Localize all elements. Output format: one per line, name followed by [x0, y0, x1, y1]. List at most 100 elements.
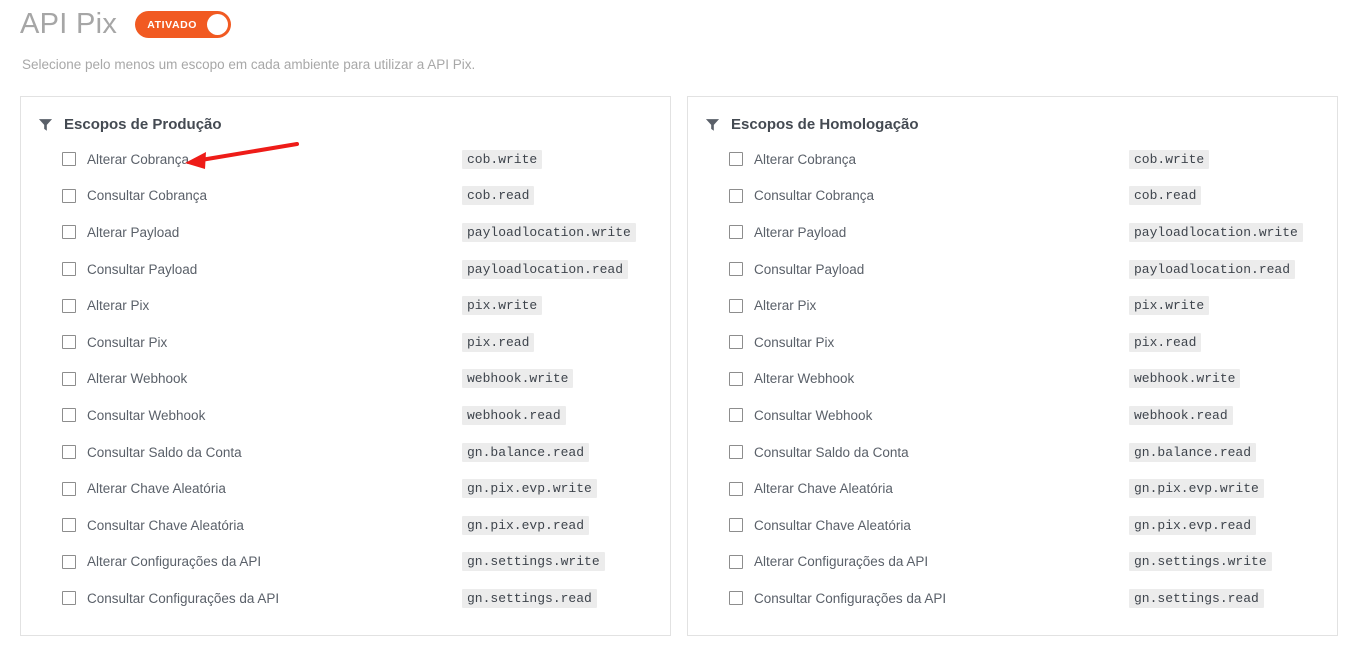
scope-checkbox[interactable]	[62, 481, 76, 496]
scope-checkbox[interactable]	[729, 481, 743, 496]
scope-badge: payloadlocation.write	[462, 222, 636, 242]
scope-label: Consultar Chave Aleatória	[87, 517, 244, 533]
scope-label: Consultar Payload	[87, 261, 198, 277]
scope-row[interactable]: Consultar Cobrança cob.read	[21, 178, 670, 215]
scope-row[interactable]: Consultar Configurações da API gn.settin…	[688, 580, 1337, 617]
scope-checkbox[interactable]	[62, 262, 76, 277]
scope-checkbox[interactable]	[62, 408, 76, 423]
scope-checkbox[interactable]	[62, 591, 76, 606]
scope-row[interactable]: Alterar Webhook webhook.write	[688, 361, 1337, 398]
scope-badge: webhook.write	[462, 369, 574, 389]
scope-row[interactable]: Consultar Pix pix.read	[21, 324, 670, 361]
scope-row[interactable]: Consultar Pix pix.read	[688, 324, 1337, 361]
scope-checkbox[interactable]	[729, 371, 743, 386]
scope-row[interactable]: Alterar Cobrança cob.write	[21, 141, 670, 178]
scope-label: Consultar Cobrança	[754, 188, 875, 204]
scope-label: Alterar Webhook	[87, 371, 188, 387]
scope-checkbox[interactable]	[729, 408, 743, 423]
scope-checkbox[interactable]	[729, 262, 743, 277]
page-header: API Pix ATIVADO	[20, 8, 232, 40]
scope-badge: pix.write	[462, 296, 543, 316]
scope-row[interactable]: Alterar Pix pix.write	[21, 287, 670, 324]
scope-label: Alterar Payload	[87, 224, 180, 240]
scope-label: Alterar Chave Aleatória	[87, 481, 226, 497]
scope-list-producao: Alterar Cobrança cob.write Consultar Cob…	[21, 141, 670, 617]
scope-checkbox[interactable]	[729, 188, 743, 203]
scope-checkbox[interactable]	[62, 445, 76, 460]
scope-badge: gn.pix.evp.write	[1129, 479, 1264, 499]
scope-label: Consultar Chave Aleatória	[754, 517, 911, 533]
page-subtitle: Selecione pelo menos um escopo em cada a…	[22, 57, 476, 72]
scope-badge: payloadlocation.write	[1129, 222, 1303, 242]
scope-badge: gn.settings.write	[462, 552, 605, 572]
toggle-knob	[207, 14, 229, 35]
scope-row[interactable]: Alterar Webhook webhook.write	[21, 361, 670, 398]
scope-label: Alterar Payload	[754, 224, 847, 240]
scope-row[interactable]: Consultar Payload payloadlocation.read	[21, 251, 670, 288]
api-pix-enable-toggle[interactable]: ATIVADO	[135, 11, 232, 38]
scope-label: Alterar Pix	[754, 298, 817, 314]
panel-producao: Escopos de Produção Alterar Cobrança cob…	[20, 96, 671, 636]
scope-checkbox[interactable]	[729, 591, 743, 606]
scope-checkbox[interactable]	[62, 554, 76, 569]
scope-row[interactable]: Alterar Chave Aleatória gn.pix.evp.write	[21, 470, 670, 507]
scope-badge: gn.pix.evp.read	[1129, 515, 1257, 535]
scope-checkbox[interactable]	[729, 445, 743, 460]
scope-label: Alterar Webhook	[754, 371, 855, 387]
scope-checkbox[interactable]	[729, 554, 743, 569]
scope-checkbox[interactable]	[62, 188, 76, 203]
scope-badge: webhook.write	[1129, 369, 1241, 389]
page-title: API Pix	[20, 8, 118, 40]
scope-badge: pix.read	[462, 332, 535, 352]
scope-badge: gn.pix.evp.read	[462, 515, 590, 535]
scope-label: Consultar Cobrança	[87, 188, 208, 204]
scope-row[interactable]: Consultar Cobrança cob.read	[688, 178, 1337, 215]
scope-label: Consultar Configurações da API	[87, 590, 280, 606]
scope-checkbox[interactable]	[729, 152, 743, 167]
scope-row[interactable]: Alterar Pix pix.write	[688, 287, 1337, 324]
scope-checkbox[interactable]	[729, 225, 743, 240]
scope-label: Alterar Pix	[87, 298, 150, 314]
scope-row[interactable]: Alterar Payload payloadlocation.write	[688, 214, 1337, 251]
scope-row[interactable]: Consultar Webhook webhook.read	[688, 397, 1337, 434]
scope-checkbox[interactable]	[62, 298, 76, 313]
scope-label: Alterar Cobrança	[754, 151, 857, 167]
scope-checkbox[interactable]	[729, 298, 743, 313]
scope-badge: pix.read	[1129, 332, 1202, 352]
scope-checkbox[interactable]	[62, 225, 76, 240]
scope-badge: payloadlocation.read	[1129, 259, 1296, 279]
panel-title: Escopos de Produção	[64, 116, 222, 133]
scope-badge: gn.settings.write	[1129, 552, 1272, 572]
scope-badge: gn.settings.read	[1129, 588, 1264, 608]
scope-row[interactable]: Alterar Configurações da API gn.settings…	[688, 544, 1337, 581]
scope-badge: pix.write	[1129, 296, 1210, 316]
scope-label: Alterar Configurações da API	[87, 554, 262, 570]
funnel-icon	[38, 117, 53, 132]
scope-row[interactable]: Alterar Payload payloadlocation.write	[21, 214, 670, 251]
panel-header-producao: Escopos de Produção	[21, 97, 670, 133]
scope-checkbox[interactable]	[62, 152, 76, 167]
scope-label: Consultar Saldo da Conta	[754, 444, 909, 460]
scope-row[interactable]: Consultar Saldo da Conta gn.balance.read	[21, 434, 670, 471]
scope-row[interactable]: Consultar Payload payloadlocation.read	[688, 251, 1337, 288]
scope-checkbox[interactable]	[729, 518, 743, 533]
scope-checkbox[interactable]	[729, 335, 743, 350]
scope-row[interactable]: Consultar Configurações da API gn.settin…	[21, 580, 670, 617]
scope-row[interactable]: Consultar Webhook webhook.read	[21, 397, 670, 434]
scope-checkbox[interactable]	[62, 371, 76, 386]
scope-badge: gn.pix.evp.write	[462, 479, 597, 499]
panel-title: Escopos de Homologação	[731, 116, 919, 133]
scope-checkbox[interactable]	[62, 335, 76, 350]
scope-row[interactable]: Alterar Configurações da API gn.settings…	[21, 544, 670, 581]
scope-label: Alterar Cobrança	[87, 151, 190, 167]
toggle-label: ATIVADO	[147, 18, 198, 31]
scope-row[interactable]: Consultar Saldo da Conta gn.balance.read	[688, 434, 1337, 471]
scope-label: Consultar Saldo da Conta	[87, 444, 242, 460]
scope-checkbox[interactable]	[62, 518, 76, 533]
scope-row[interactable]: Consultar Chave Aleatória gn.pix.evp.rea…	[688, 507, 1337, 544]
scope-row[interactable]: Alterar Chave Aleatória gn.pix.evp.write	[688, 470, 1337, 507]
panel-homologacao: Escopos de Homologação Alterar Cobrança …	[687, 96, 1338, 636]
scope-label: Consultar Pix	[87, 334, 168, 350]
scope-row[interactable]: Consultar Chave Aleatória gn.pix.evp.rea…	[21, 507, 670, 544]
scope-row[interactable]: Alterar Cobrança cob.write	[688, 141, 1337, 178]
